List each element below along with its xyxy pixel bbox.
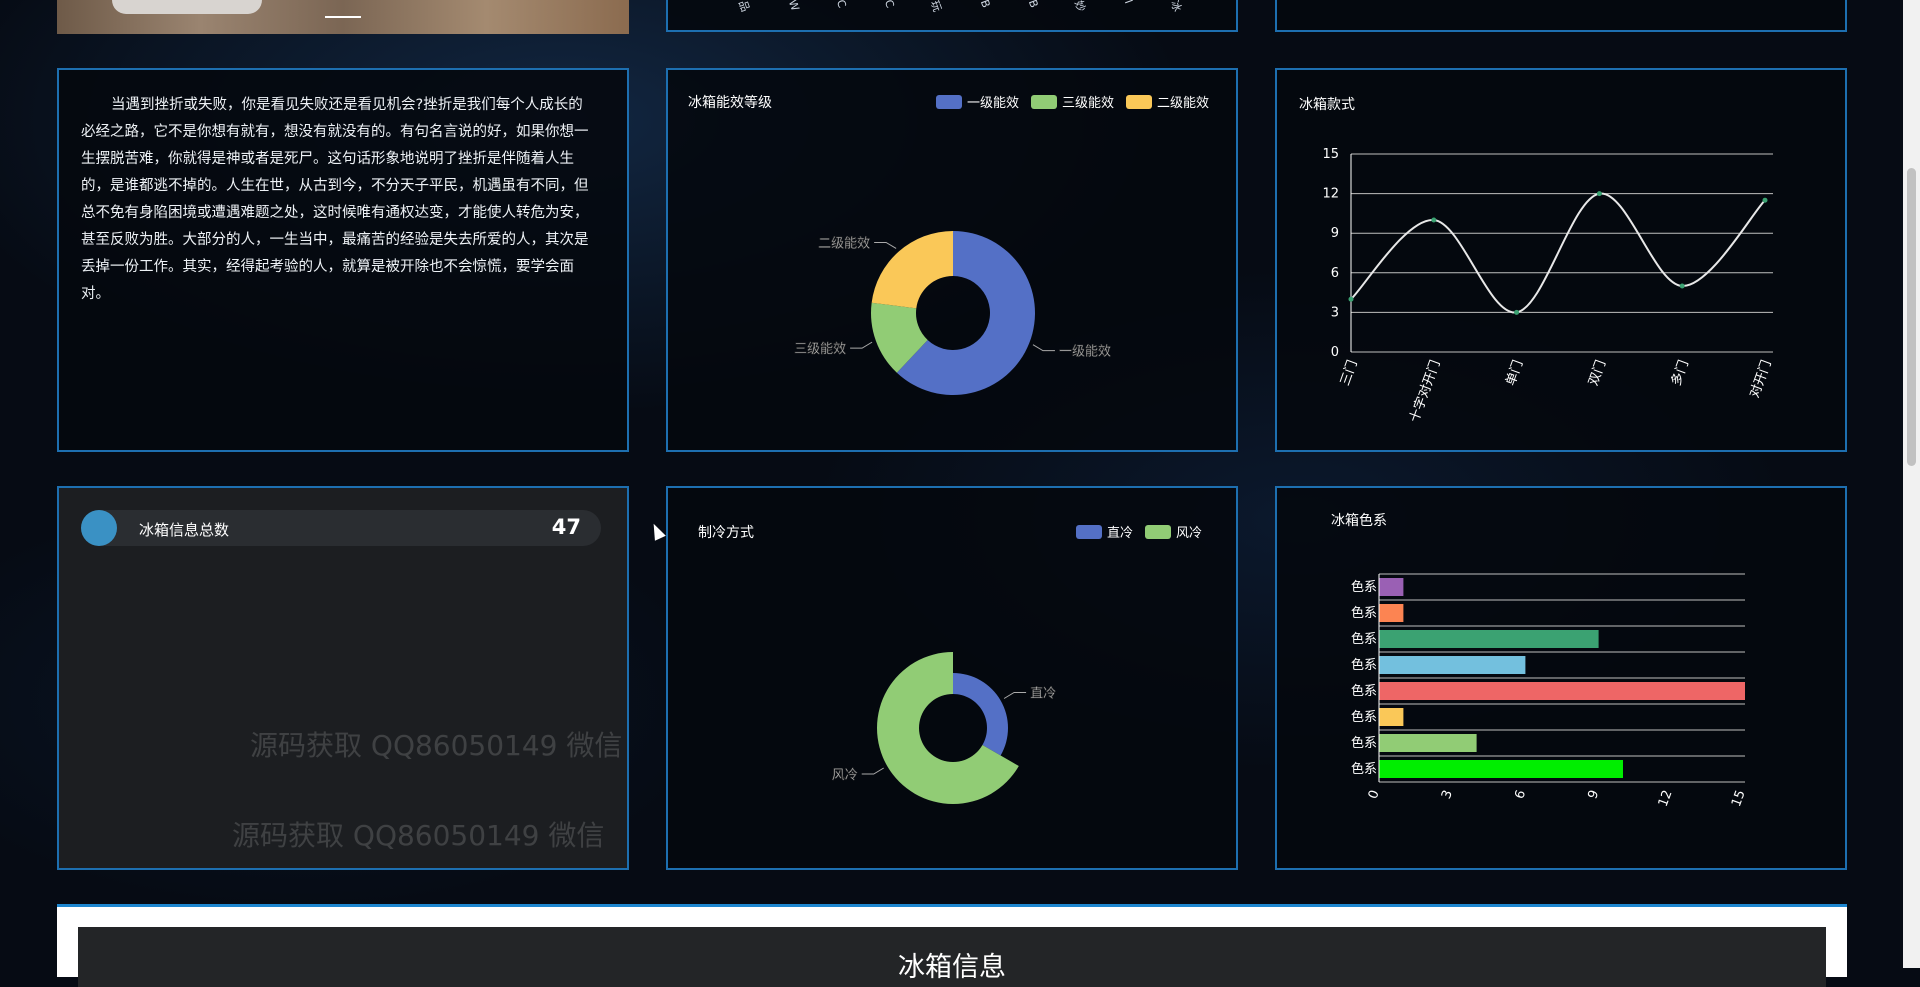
slice-label-line (874, 241, 897, 249)
x-tick-label: 对开门 (1747, 358, 1774, 400)
essay-text: 当遇到挫折或失败，你是看见失败还是看见机会?挫折是我们每个人成长的必经之路，它不… (81, 97, 589, 302)
top-chart-tick-label: B (977, 0, 993, 10)
x-tick-label: 0 (1366, 788, 1383, 801)
bar (1379, 578, 1404, 596)
top-chart-tick-label: 妙 (1071, 0, 1088, 14)
bar (1379, 734, 1477, 752)
color-series-bar-chart: 色系色系色系色系色系色系色系色系0 3 6 9 12 15 (1351, 573, 1749, 809)
color-series-chart-panel: 冰箱色系 色系 色系 色系 色系 色系 色系 色系 色系 0 3 6 9 12 15 (1275, 486, 1847, 870)
x-tick-label: 6 (1512, 788, 1529, 801)
y-category-label: 色系 (1351, 605, 1377, 621)
top-chart-tick-label: B (1025, 0, 1041, 10)
y-category-label: 色系 (1351, 735, 1377, 751)
top-chart-tick-label: C (833, 0, 849, 10)
energy-efficiency-donut: 一级能效 三级能效 二级能效 (794, 231, 1111, 395)
data-point (1514, 309, 1520, 315)
cooling-method-chart-panel: 制冷方式 直冷 风冷 直冷 风冷 (666, 486, 1238, 870)
slice-label-line (861, 767, 884, 775)
bar (1379, 682, 1745, 700)
slice-label: 风冷 (832, 768, 858, 783)
data-point (1596, 191, 1602, 197)
x-tick-label: 9 (1585, 788, 1602, 801)
y-category-label: 色系 (1351, 761, 1377, 777)
slice-label: 二级能效 (818, 236, 870, 251)
stat-value: 47 (551, 515, 581, 539)
y-category-label: 色系 (1351, 683, 1377, 699)
bar (1379, 760, 1623, 778)
x-tick-label: 单门 (1503, 358, 1526, 388)
scrollbar-thumb[interactable] (1907, 168, 1916, 466)
x-tick-label: 12 (1656, 788, 1676, 809)
section-title: 冰箱信息 (898, 952, 1006, 983)
y-tick-label: 6 (1331, 266, 1339, 281)
stat-label: 冰箱信息总数 (139, 521, 230, 539)
y-tick-label: 0 (1331, 345, 1339, 360)
x-tick-label: 三门 (1338, 358, 1361, 388)
y-category-label: 色系 (1351, 579, 1377, 595)
stat-row: 冰箱信息总数 47 (81, 510, 601, 546)
top-chart-tick-label: I (1121, 0, 1136, 6)
cooling-method-donut: 直冷风冷 (831, 652, 1056, 804)
essay-panel: 当遇到挫折或失败，你是看见失败还是看见机会?挫折是我们每个人成长的必经之路，它不… (57, 68, 629, 452)
x-tick-label: 双门 (1586, 358, 1609, 388)
x-tick-label: 多门 (1668, 358, 1692, 388)
y-category-label: 色系 (1351, 709, 1377, 725)
mouse-cursor-icon (648, 521, 666, 541)
slice-label: 一级能效 (1059, 345, 1111, 360)
carousel-indicator[interactable] (325, 16, 361, 18)
y-tick-label: 3 (1331, 305, 1339, 320)
phone-shape (112, 0, 262, 14)
bar (1379, 708, 1404, 726)
x-tick-label: 十字对开门 (1407, 358, 1443, 424)
section-header: 冰箱信息 (78, 927, 1826, 987)
bar (1379, 630, 1599, 648)
slice-label-line (850, 341, 873, 349)
x-tick-label: 3 (1439, 788, 1456, 801)
bar (1379, 656, 1526, 674)
top-chart-tick-label: 冰 (1167, 0, 1184, 14)
slice-label: 直冷 (1030, 687, 1056, 702)
slice-label-line (1032, 344, 1055, 352)
top-chart-panel: 品WCC玩BB妙I冰 (666, 0, 1238, 32)
bar (1379, 604, 1404, 622)
top-banner-image (57, 0, 629, 34)
fridge-info-section: 冰箱信息 (57, 904, 1847, 987)
page-scrollbar[interactable] (1903, 0, 1920, 968)
data-point (1679, 283, 1685, 289)
fridge-style-chart-panel: 冰箱款式 0 3 6 9 12 15 三门 十字对开门 单门 双门 多门 对开门 (1275, 68, 1847, 452)
top-chart-tick-label: 品 (735, 0, 752, 14)
y-tick-label: 15 (1322, 147, 1339, 162)
y-tick-label: 12 (1322, 187, 1339, 202)
top-chart-tick-label: W (785, 0, 802, 13)
top-chart-tick-labels: 品WCC玩BB妙I冰 (688, 0, 1218, 30)
data-point (1431, 217, 1437, 223)
fridge-style-line-chart: 0 3 6 9 12 15 三门 十字对开门 单门 双门 多门 对开门 (1322, 147, 1774, 424)
data-point (1762, 197, 1768, 203)
top-right-panel (1275, 0, 1847, 32)
slice-label: 三级能效 (794, 342, 846, 357)
x-tick-label: 15 (1729, 788, 1749, 809)
donut-slice (953, 673, 1008, 756)
data-point (1348, 296, 1354, 302)
y-tick-label: 9 (1331, 226, 1339, 241)
series-line (1350, 192, 1766, 314)
stat-panel: 冰箱信息总数 47 (57, 486, 629, 870)
top-chart-tick-label: 玩 (927, 0, 944, 14)
y-category-label: 色系 (1351, 631, 1377, 647)
y-category-label: 色系 (1351, 657, 1377, 673)
top-chart-tick-label: C (881, 0, 897, 10)
slice-label-line (1003, 692, 1027, 699)
energy-efficiency-chart-panel: 冰箱能效等级 一级能效 三级能效 二级能效 一级能效 三级能效 二级能效 (666, 68, 1238, 452)
stat-dot-icon (81, 510, 117, 546)
